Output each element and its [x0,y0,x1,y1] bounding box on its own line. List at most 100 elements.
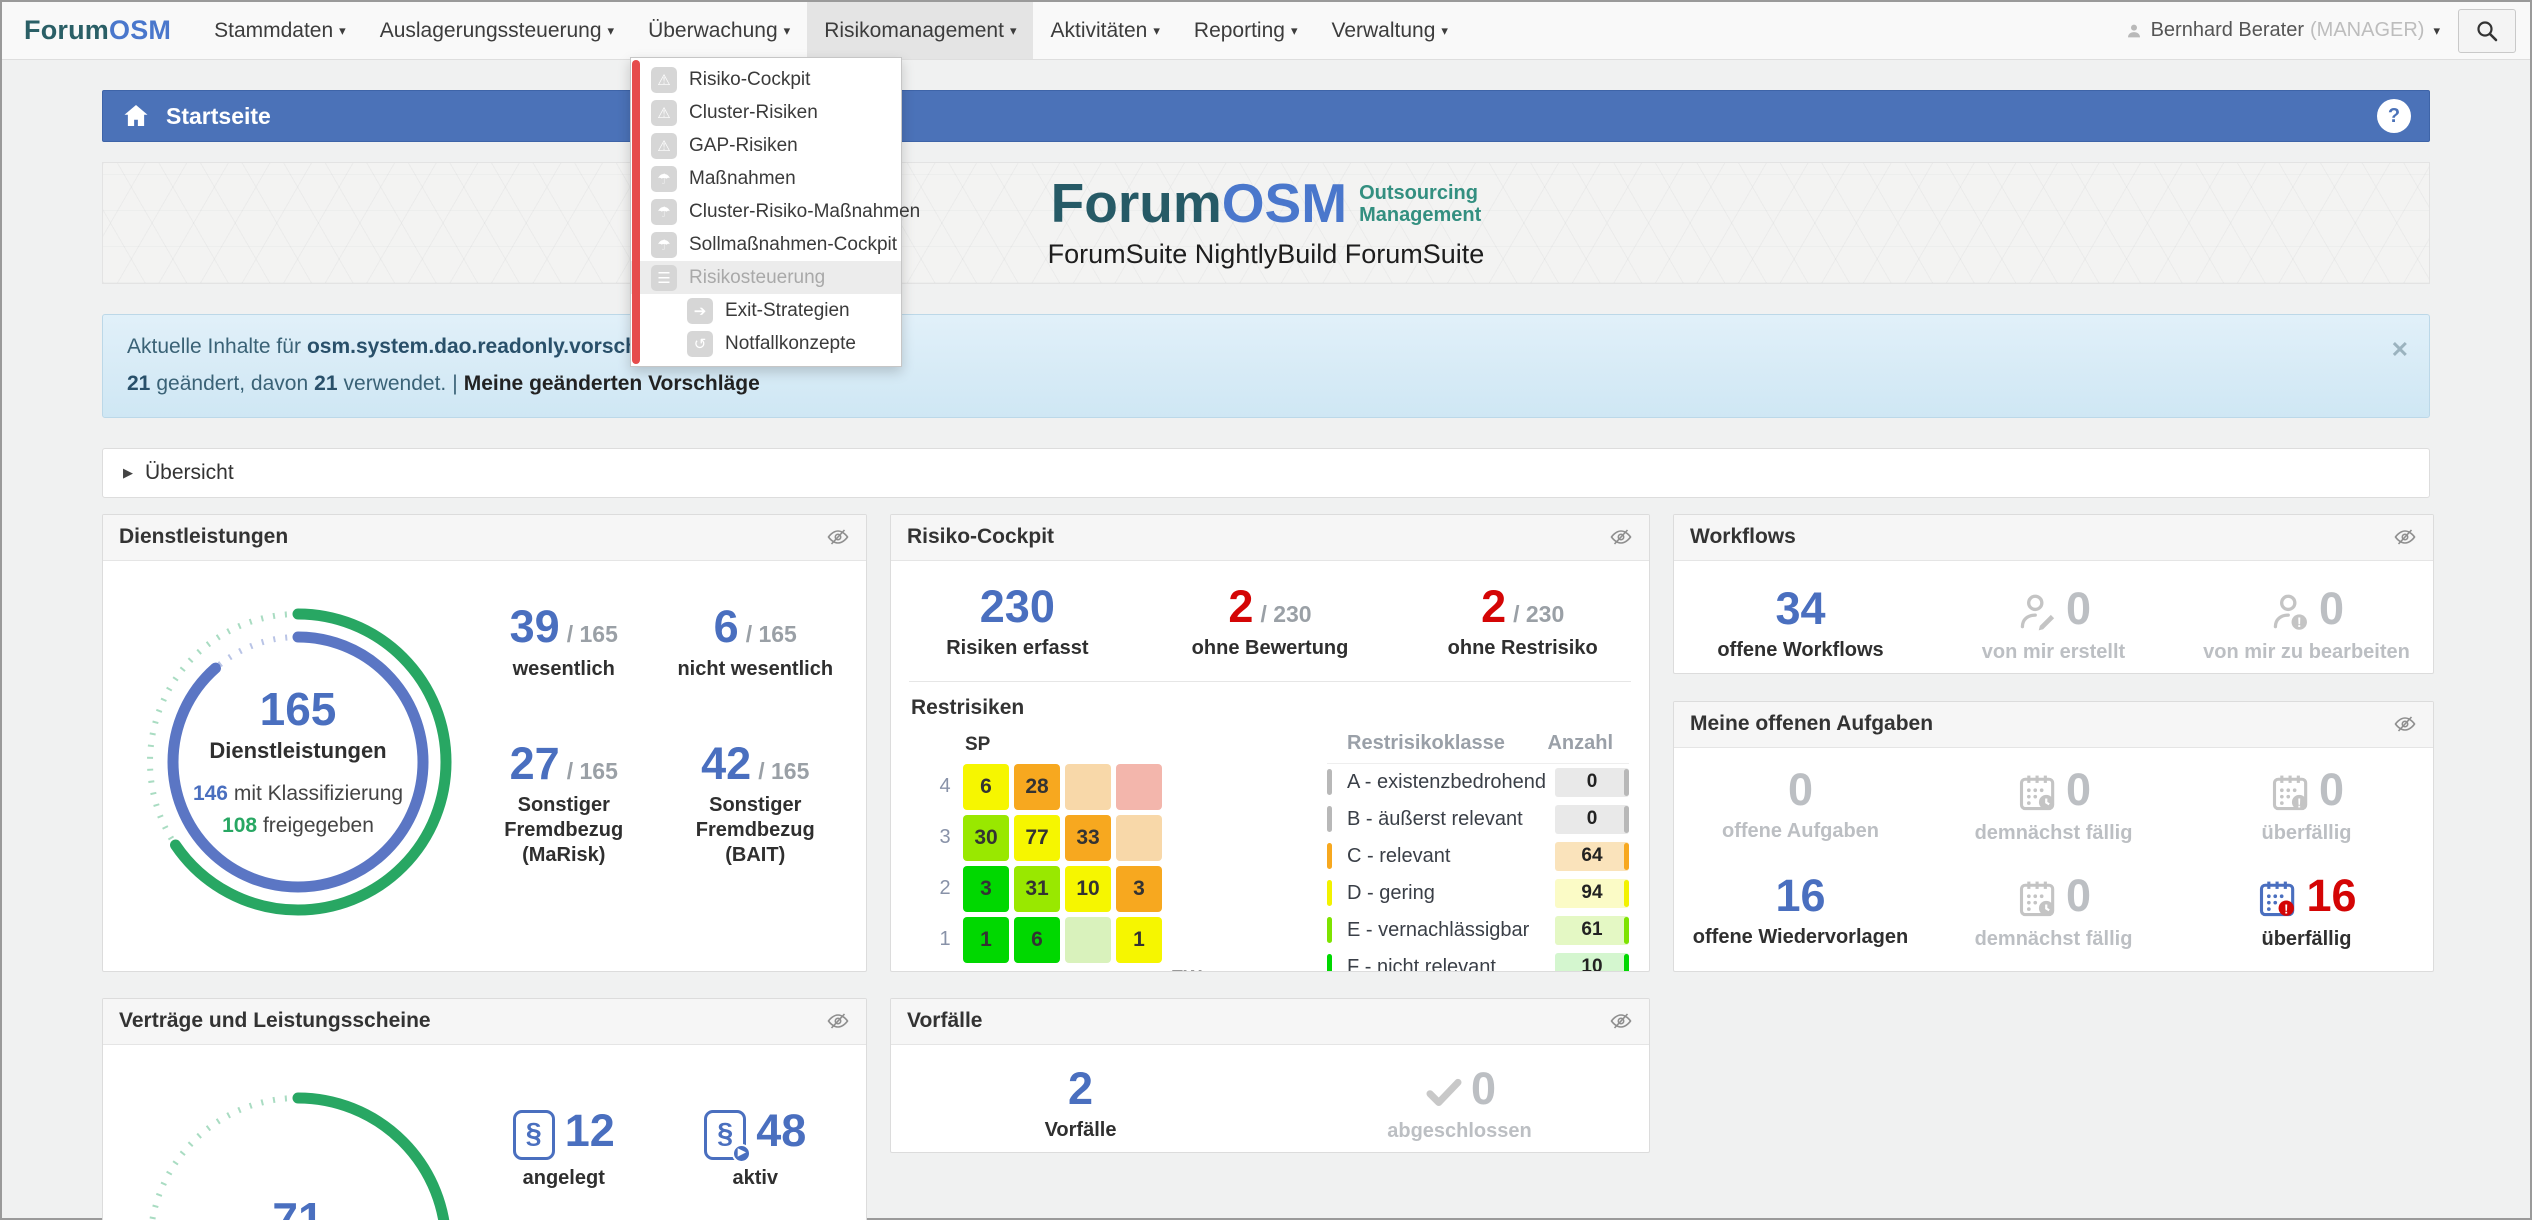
banner-line1: Aktuelle Inhalte fürosm.system.dao.reado… [127,329,2405,366]
matrix-cell[interactable]: 1 [963,917,1009,963]
stat-aktiv[interactable]: §▶48 aktiv [665,1107,847,1190]
stat-von-mir-erstellt[interactable]: 0 von mir erstellt [1927,585,2180,665]
page-title: Startseite [166,103,271,130]
hide-panel-button[interactable] [826,1009,850,1033]
hide-panel-button[interactable] [1609,525,1633,549]
dropdown-item-cluster-risiken[interactable]: ⚠ Cluster-Risiken [631,96,901,129]
stat-offene-workflows[interactable]: 34 offene Workflows [1674,585,1927,663]
matrix-cell[interactable]: 1 [1116,917,1162,963]
panel-risiko-cockpit: Risiko-Cockpit 230 Risiken erfasst 2/ 23… [890,514,1650,972]
brand-header: ForumOSM Outsourcing Management ForumSui… [102,162,2430,284]
panel-dienstleistungen: Dienstleistungen 165 Dienstleistungen [102,514,867,972]
list-icon: ☰ [651,265,677,291]
menu-risikomanagement[interactable]: Risikomanagement▾ [807,2,1033,59]
menu-verwaltung[interactable]: Verwaltung▾ [1315,2,1465,59]
matrix-cell[interactable]: 33 [1065,815,1111,861]
panel-title: Verträge und Leistungsscheine [119,1009,431,1033]
dropdown-item-notfallkonzepte[interactable]: ↺ Notfallkonzepte [631,327,901,360]
menu-reporting[interactable]: Reporting▾ [1177,2,1315,59]
dropdown-item-sollmassnahmen-cockpit[interactable]: ☂ Sollmaßnahmen-Cockpit [631,228,901,261]
stat-ohne-restrisiko[interactable]: 2/ 230 ohne Restrisiko [1396,583,1649,661]
dropdown-item-exit-strategien[interactable]: ➔ Exit-Strategien [631,294,901,327]
matrix-cell[interactable]: 3 [963,866,1009,912]
matrix-cell[interactable]: 28 [1014,764,1060,810]
dropdown-item-cluster-risiko-massnahmen[interactable]: ☂ Cluster-Risiko-Maßnahmen [631,195,901,228]
count-badge: 94 [1555,879,1629,908]
panel-meine-offenen-aufgaben: Meine offenen Aufgaben 0 offene Aufgaben… [1673,701,2434,972]
hide-panel-button[interactable] [826,525,850,549]
restrisiken-heading: Restrisiken [891,682,1649,724]
matrix-cell[interactable]: 30 [963,815,1009,861]
user-alert-icon: ! [2269,590,2313,634]
risikomanagement-dropdown: ⚠ Risiko-Cockpit ⚠ Cluster-Risiken ⚠ GAP… [630,57,902,367]
stat-aufgaben-demnaechst-faellig[interactable]: 0 demnächst fällig [1927,766,2180,846]
panel-vertraege: Verträge und Leistungsscheine 71 Verträg… [102,998,867,1220]
hide-panel-button[interactable] [2393,525,2417,549]
stat-ohne-bewertung[interactable]: 2/ 230 ohne Bewertung [1144,583,1397,661]
stat-offene-wiedervorlagen[interactable]: 16 offene Wiedervorlagen [1674,872,1927,950]
overview-toggle[interactable]: ▶ Übersicht [102,448,2430,498]
class-row-d[interactable]: D - gering 94 [1327,875,1629,912]
home-icon[interactable] [121,101,151,131]
matrix-cell[interactable]: 31 [1014,866,1060,912]
stat-wiedervorlagen-ueberfaellig[interactable]: !16 überfällig [2180,872,2433,952]
brand-tagline: Outsourcing Management [1359,182,1481,226]
matrix-cell[interactable] [1065,917,1111,963]
changed-proposals-link[interactable]: Meine geänderten Vorschläge [464,372,760,395]
stat-von-mir-zu-bearbeiten[interactable]: !0 von mir zu bearbeiten [2180,585,2433,665]
dropdown-item-massnahmen[interactable]: ☂ Maßnahmen [631,162,901,195]
emergency-icon: ↺ [687,331,713,357]
close-icon[interactable]: ✕ [2391,331,2409,370]
info-banner: Aktuelle Inhalte fürosm.system.dao.reado… [102,314,2430,418]
app-logo[interactable]: ForumOSM [2,2,197,59]
dienstleistungen-donut-chart: 165 Dienstleistungen 146 mit Klassifizie… [133,597,463,927]
class-row-f[interactable]: F - nicht relevant 10 [1327,949,1629,972]
chevron-down-icon: ▾ [608,24,615,37]
matrix-cell[interactable]: 10 [1065,866,1111,912]
exit-icon: ➔ [687,298,713,324]
menu-ueberwachung[interactable]: Überwachung▾ [631,2,807,59]
user-menu[interactable]: Bernhard Berater (MANAGER) ▾ [2125,19,2440,42]
matrix-cell[interactable] [1116,815,1162,861]
stat-wiedervorlagen-demnaechst-faellig[interactable]: 0 demnächst fällig [1927,872,2180,952]
calendar-clock-icon [2016,877,2060,921]
stat-risiken-erfasst[interactable]: 230 Risiken erfasst [891,583,1144,661]
umbrella-icon: ☂ [651,232,677,258]
matrix-cell[interactable]: 3 [1116,866,1162,912]
dropdown-item-risikosteuerung[interactable]: ☰ Risikosteuerung [631,261,901,294]
hide-panel-button[interactable] [2393,712,2417,736]
matrix-cell[interactable] [1065,764,1111,810]
matrix-cell[interactable]: 6 [1014,917,1060,963]
class-row-c[interactable]: C - relevant 64 [1327,838,1629,875]
stat-abgeschlossen[interactable]: 0 abgeschlossen [1270,1065,1649,1144]
dropdown-item-gap-risiken[interactable]: ⚠ GAP-Risiken [631,129,901,162]
eye-slash-icon [2393,525,2417,549]
menu-aktivitaeten[interactable]: Aktivitäten▾ [1033,2,1176,59]
class-row-a[interactable]: A - existenzbedrohend 0 [1327,764,1629,801]
help-button[interactable]: ? [2377,99,2411,133]
stat-vorfaelle[interactable]: 2 Vorfälle [891,1065,1270,1144]
stat-nicht-wesentlich[interactable]: 6/ 165 nicht wesentlich [665,603,847,681]
eye-slash-icon [1609,1009,1633,1033]
menu-auslagerungssteuerung[interactable]: Auslagerungssteuerung▾ [363,2,631,59]
matrix-cell[interactable]: 77 [1014,815,1060,861]
matrix-cell[interactable] [1116,764,1162,810]
stat-offene-aufgaben[interactable]: 0 offene Aufgaben [1674,766,1927,844]
calendar-alert-icon: ! [2256,877,2300,921]
dropdown-scrollbar[interactable] [632,60,640,364]
stat-fremdbezug-marisk[interactable]: 27/ 165 Sonstiger Fremdbezug (MaRisk) [473,740,655,868]
class-row-b[interactable]: B - äußerst relevant 0 [1327,801,1629,838]
class-row-e[interactable]: E - vernachlässigbar 61 [1327,912,1629,949]
stat-angelegt[interactable]: §12 angelegt [473,1107,655,1190]
check-icon [1423,1071,1465,1113]
hide-panel-button[interactable] [1609,1009,1633,1033]
search-button[interactable] [2458,9,2516,53]
menu-stammdaten[interactable]: Stammdaten▾ [197,2,363,59]
dropdown-item-risiko-cockpit[interactable]: ⚠ Risiko-Cockpit [631,63,901,96]
stat-fremdbezug-bait[interactable]: 42/ 165 Sonstiger Fremdbezug (BAIT) [665,740,847,868]
stat-aufgaben-ueberfaellig[interactable]: !0 überfällig [2180,766,2433,846]
stat-wesentlich[interactable]: 39/ 165 wesentlich [473,603,655,681]
matrix-y-axis-label: SP [965,734,1327,756]
matrix-cell[interactable]: 6 [963,764,1009,810]
panel-vorfaelle: Vorfälle 2 Vorfälle 0 abgeschlossen [890,998,1650,1153]
